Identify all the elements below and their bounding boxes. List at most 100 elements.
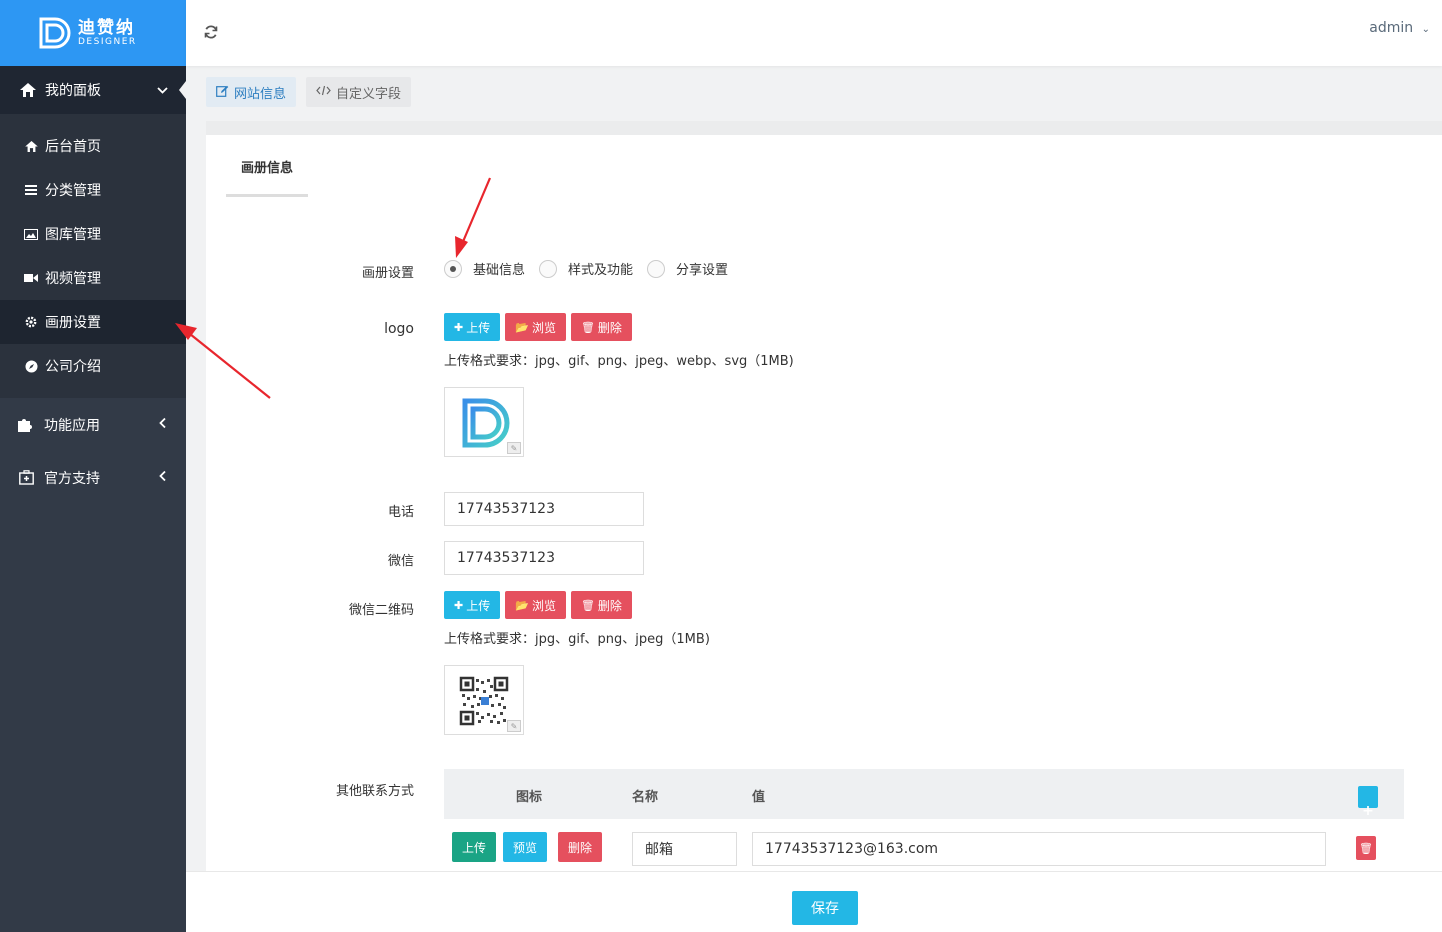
- contact-value-input[interactable]: [752, 832, 1326, 866]
- save-button[interactable]: 保存: [792, 891, 858, 925]
- plus-icon: ✚: [454, 320, 464, 334]
- sidebar-group-label: 官方支持: [44, 470, 100, 487]
- gear-icon: [22, 316, 40, 328]
- sidebar-item-dashboard[interactable]: 后台首页: [0, 124, 186, 168]
- button-label: 浏览: [531, 598, 556, 613]
- active-notch: [179, 81, 186, 99]
- tab-site-info[interactable]: 网站信息: [206, 77, 297, 107]
- tab-label: 网站信息: [234, 86, 287, 102]
- brand-logo[interactable]: 迪赞纳 DESIGNER: [0, 0, 186, 66]
- add-contact-button[interactable]: +: [1358, 786, 1378, 819]
- button-label: 上传: [466, 320, 491, 335]
- edit-icon: [216, 85, 229, 100]
- refresh-icon[interactable]: [204, 25, 220, 41]
- home-icon: [16, 83, 40, 97]
- sidebar-item-label: 公司介绍: [45, 359, 101, 375]
- wechat-qr-label: 微信二维码: [348, 603, 414, 618]
- logo-label: logo: [384, 321, 414, 337]
- sidebar-item-gallery[interactable]: 图库管理: [0, 212, 186, 256]
- topbar: admin ⌄: [186, 0, 1442, 66]
- sidebar-group-my-panel[interactable]: 我的面板: [0, 66, 186, 114]
- logo-browse-button[interactable]: 📂 浏览: [505, 313, 566, 341]
- remove-row-button[interactable]: 🗑: [1356, 836, 1376, 860]
- contact-upload-button[interactable]: 上传: [452, 832, 497, 862]
- contact-delete-button[interactable]: 删除: [558, 832, 603, 862]
- wechat-input[interactable]: [444, 541, 644, 575]
- form-footer: 保存: [186, 871, 1442, 932]
- subtab-album-info[interactable]: 画册信息: [226, 157, 308, 197]
- qr-browse-button[interactable]: 📂 浏览: [505, 591, 566, 619]
- sidebar-group-label: 功能应用: [44, 417, 100, 434]
- button-label: 删除: [597, 320, 622, 335]
- image-icon: [22, 228, 40, 240]
- sidebar-submenu: 后台首页 分类管理 图库管理 视频管理 画册设置 公司介绍: [0, 114, 186, 398]
- sidebar-group-apps[interactable]: 功能应用: [0, 398, 186, 451]
- user-name: admin: [1369, 20, 1414, 36]
- qr-upload-button[interactable]: ✚ 上传: [444, 591, 501, 619]
- sidebar-item-label: 分类管理: [45, 183, 101, 199]
- logo-preview[interactable]: ✎: [444, 387, 524, 457]
- brand-name-en: DESIGNER: [78, 36, 137, 47]
- radio-share-settings[interactable]: [647, 259, 666, 278]
- plus-icon: +: [1362, 803, 1374, 819]
- home-icon: [22, 140, 40, 152]
- sidebar-item-label: 视频管理: [45, 271, 101, 287]
- sidebar-item-album-settings[interactable]: 画册设置: [0, 300, 186, 344]
- contact-table-header: 图标 名称 值 +: [444, 769, 1404, 819]
- list-icon: [22, 185, 40, 195]
- logo-format-hint: 上传格式要求：jpg、gif、png、jpeg、webp、svg（1MB): [444, 354, 794, 369]
- radio-label: 基础信息: [473, 263, 526, 278]
- qr-format-hint: 上传格式要求：jpg、gif、png、jpeg（1MB): [444, 632, 710, 647]
- radio-basic-info[interactable]: [444, 259, 462, 278]
- sidebar-item-label: 后台首页: [45, 139, 101, 155]
- tab-custom-fields[interactable]: 自定义字段: [306, 77, 412, 107]
- compass-icon: [22, 360, 40, 373]
- folder-icon: 📂: [515, 598, 529, 612]
- contact-preview-button[interactable]: 预览: [503, 832, 548, 862]
- header-value-column: 值: [752, 790, 766, 805]
- phone-label: 电话: [387, 505, 414, 520]
- header-name-column: 名称: [632, 790, 659, 805]
- edit-icon[interactable]: ✎: [507, 442, 521, 454]
- main-panel: 画册信息 画册设置 基础信息 样式及功能 分享设置 logo ✚ 上传 📂 浏览 🗑…: [206, 121, 1442, 871]
- chevron-down-icon: [157, 83, 168, 97]
- wechat-label: 微信: [387, 554, 414, 569]
- album-setting-radios: 基础信息 样式及功能 分享设置: [444, 259, 742, 278]
- sidebar-item-label: 画册设置: [45, 315, 101, 331]
- header-icon-column: 图标: [516, 790, 543, 805]
- qr-actions: ✚ 上传 📂 浏览 🗑 删除: [444, 591, 632, 619]
- qr-delete-button[interactable]: 🗑 删除: [570, 591, 632, 619]
- user-menu[interactable]: admin ⌄: [1369, 20, 1430, 36]
- radio-label: 分享设置: [676, 263, 729, 278]
- contact-name-input[interactable]: [632, 832, 737, 866]
- radio-label: 样式及功能: [568, 263, 634, 278]
- sidebar: 迪赞纳 DESIGNER 我的面板 后台首页 分类管理 图库管理 视频管理 画册…: [0, 0, 186, 932]
- plus-icon: ✚: [454, 598, 464, 612]
- sidebar-item-video[interactable]: 视频管理: [0, 256, 186, 300]
- sidebar-item-category[interactable]: 分类管理: [0, 168, 186, 212]
- medkit-icon: [16, 470, 36, 485]
- puzzle-icon: [16, 417, 36, 432]
- chevron-left-icon: [159, 417, 166, 432]
- sidebar-item-company[interactable]: 公司介绍: [0, 344, 186, 388]
- album-setting-label: 画册设置: [361, 266, 414, 281]
- code-icon: [316, 85, 331, 99]
- sidebar-group-label: 我的面板: [45, 83, 101, 99]
- sidebar-group-support[interactable]: 官方支持: [0, 451, 186, 504]
- trash-icon: 🗑: [580, 598, 595, 612]
- folder-icon: 📂: [515, 320, 529, 334]
- page-tabs: 网站信息 自定义字段: [206, 77, 412, 107]
- logo-delete-button[interactable]: 🗑 删除: [570, 313, 632, 341]
- phone-input[interactable]: [444, 492, 644, 526]
- logo-upload-button[interactable]: ✚ 上传: [444, 313, 501, 341]
- sidebar-item-label: 图库管理: [45, 227, 101, 243]
- radio-style-features[interactable]: [539, 259, 558, 278]
- edit-icon[interactable]: ✎: [507, 720, 521, 732]
- chevron-down-icon: ⌄: [1421, 24, 1430, 35]
- trash-icon: 🗑: [580, 320, 595, 334]
- tab-label: 自定义字段: [336, 86, 402, 102]
- qr-preview[interactable]: ✎: [444, 665, 524, 735]
- button-label: 浏览: [531, 320, 556, 335]
- trash-icon: 🗑: [1359, 841, 1373, 855]
- button-label: 上传: [466, 598, 491, 613]
